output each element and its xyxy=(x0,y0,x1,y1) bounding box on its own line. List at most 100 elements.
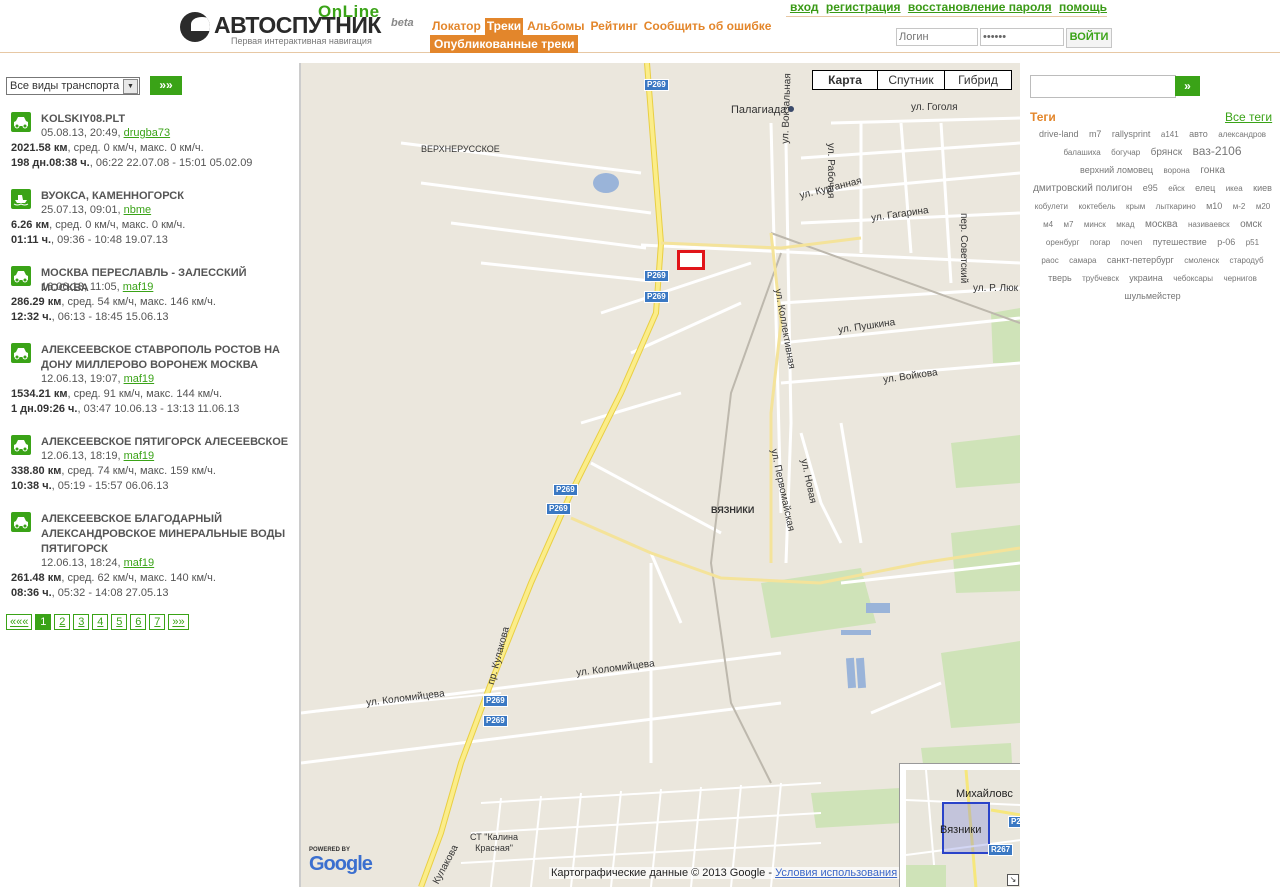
track-title[interactable]: АЛЕКСЕЕВСКОЕ ПЯТИГОРСК АЛЕСЕЕВСКОЕ xyxy=(41,435,293,450)
track-user-link[interactable]: maf19 xyxy=(123,281,154,293)
resize-corner-icon[interactable]: ↘ xyxy=(1007,874,1019,886)
tag-link[interactable]: гонка xyxy=(1200,163,1225,179)
tag-link[interactable]: смоленск xyxy=(1184,253,1219,269)
pager-button[interactable]: »» xyxy=(168,614,189,630)
track-user-link[interactable]: nbme xyxy=(124,204,152,216)
map-type-map-button[interactable]: Карта xyxy=(812,70,878,90)
pager-button[interactable]: 4 xyxy=(92,614,109,630)
tag-link[interactable]: крым xyxy=(1126,199,1145,215)
help-link[interactable]: помощь xyxy=(1059,0,1107,14)
tag-link[interactable]: м4 xyxy=(1043,217,1053,233)
nav-tracks[interactable]: Треки xyxy=(484,18,524,35)
tag-link[interactable]: икеа xyxy=(1226,181,1243,197)
pager-button[interactable]: 3 xyxy=(73,614,90,630)
nav-rating[interactable]: Рейтинг xyxy=(588,18,639,35)
tag-link[interactable]: a141 xyxy=(1161,127,1179,143)
pager-button[interactable]: 6 xyxy=(130,614,147,630)
tag-link[interactable]: ваз-2106 xyxy=(1193,143,1242,159)
tag-link[interactable]: погар xyxy=(1090,235,1110,251)
tag-link[interactable]: верхний ломовец xyxy=(1080,162,1153,178)
tag-link[interactable]: р51 xyxy=(1246,235,1259,251)
chevron-down-icon[interactable]: ▼ xyxy=(123,79,138,94)
tag-link[interactable]: drive-land xyxy=(1039,126,1079,142)
map[interactable]: Палагиада ВЕРХНЕРУССКОЕ ул. Гоголя ул. Р… xyxy=(301,63,1020,887)
tag-link[interactable]: мкад xyxy=(1116,217,1134,233)
tag-link[interactable]: москва xyxy=(1145,217,1178,233)
nav-report-error[interactable]: Сообщить об ошибке xyxy=(642,18,774,35)
all-tags-link[interactable]: Все теги xyxy=(1225,110,1272,124)
tag-link[interactable]: м20 xyxy=(1256,199,1270,215)
tag-link[interactable]: санкт-петербург xyxy=(1107,252,1174,268)
map-type-hybrid-button[interactable]: Гибрид xyxy=(944,70,1012,90)
track-user-link[interactable]: maf19 xyxy=(124,557,155,569)
search-button[interactable]: » xyxy=(1175,76,1200,96)
tag-link[interactable]: чебоксары xyxy=(1173,271,1213,287)
tag-link[interactable]: балашиха xyxy=(1063,145,1100,161)
pager-button[interactable]: 2 xyxy=(54,614,71,630)
register-link[interactable]: регистрация xyxy=(826,0,901,14)
track-user-link[interactable]: maf19 xyxy=(124,373,155,385)
google-logo[interactable]: POWERED BY Google xyxy=(309,847,373,876)
tag-link[interactable]: брянск xyxy=(1151,145,1183,161)
tag-link[interactable]: m7 xyxy=(1089,126,1102,142)
login-input[interactable] xyxy=(896,28,978,46)
tag-link[interactable]: александров xyxy=(1218,127,1266,143)
tag-link[interactable]: rallysprint xyxy=(1112,126,1151,142)
tag-link[interactable]: р-06 xyxy=(1217,234,1235,250)
map-terms-link[interactable]: Условия использования xyxy=(775,867,897,879)
transport-select[interactable]: Все виды транспорта ▼ xyxy=(6,77,140,95)
tag-link[interactable]: омск xyxy=(1240,217,1262,233)
pager-button[interactable]: ««« xyxy=(6,614,33,630)
tag-link[interactable]: називаевск xyxy=(1188,217,1230,233)
nav-albums[interactable]: Альбомы xyxy=(525,18,586,35)
track-title[interactable]: ВУОКСА, КАМЕННОГОРСК xyxy=(41,189,293,204)
password-input[interactable] xyxy=(980,28,1064,46)
track-title[interactable]: KOLSKIY08.PLT xyxy=(41,112,293,127)
search-input[interactable] xyxy=(1030,75,1176,98)
map-type-satellite-button[interactable]: Спутник xyxy=(877,70,945,90)
tag-link[interactable]: е95 xyxy=(1143,180,1158,196)
map-selection-marker[interactable] xyxy=(677,250,705,270)
tag-link[interactable]: м10 xyxy=(1206,198,1222,214)
tag-link[interactable]: раос xyxy=(1041,253,1058,269)
tag-link[interactable]: ейск xyxy=(1168,181,1184,197)
logo[interactable]: OnLine АВТОСПУТНИК beta Первая интеракти… xyxy=(180,2,420,48)
tag-link[interactable]: коктебель xyxy=(1078,199,1115,215)
tag-link[interactable]: самара xyxy=(1069,253,1096,269)
tag-link[interactable]: богучар xyxy=(1111,145,1140,161)
pager-button[interactable]: 5 xyxy=(111,614,128,630)
tag-link[interactable]: украина xyxy=(1129,270,1162,286)
tag-link[interactable]: авто xyxy=(1189,126,1208,142)
tag-link[interactable]: м7 xyxy=(1063,217,1073,233)
tag-link[interactable]: киев xyxy=(1253,180,1272,196)
subnav-published-tracks[interactable]: Опубликованные треки xyxy=(430,35,579,53)
track-user-link[interactable]: drugba73 xyxy=(124,127,171,139)
pager-button[interactable]: 1 xyxy=(35,614,52,630)
tag-link[interactable]: трубчевск xyxy=(1082,271,1119,287)
tag-link[interactable]: м-2 xyxy=(1233,199,1246,215)
tag-link[interactable]: чернигов xyxy=(1223,271,1256,287)
tag-link[interactable]: дмитровский полигон xyxy=(1033,181,1132,197)
tag-link[interactable]: елец xyxy=(1195,180,1215,196)
login-link[interactable]: вход xyxy=(790,0,819,14)
tag-link[interactable]: почеп xyxy=(1121,235,1143,251)
tag-link[interactable]: шульмейстер xyxy=(1124,288,1180,304)
track-user-link[interactable]: maf19 xyxy=(124,450,155,462)
overview-map[interactable]: Михайловс Вязники R267 P2 ↘ xyxy=(899,763,1020,887)
track-title[interactable]: АЛЕКСЕЕВСКОЕ СТАВРОПОЛЬ РОСТОВ НА ДОНУ М… xyxy=(41,343,293,373)
tag-link[interactable]: лыткарино xyxy=(1156,199,1196,215)
tag-link[interactable]: минск xyxy=(1084,217,1106,233)
tag-link[interactable]: путешествие xyxy=(1153,234,1207,250)
tag-link[interactable]: ворона xyxy=(1163,163,1189,179)
tag-link[interactable]: кобулети xyxy=(1035,199,1068,215)
tag-link[interactable]: тверь xyxy=(1048,270,1072,286)
login-button[interactable]: ВОЙТИ xyxy=(1066,28,1112,48)
tag-link[interactable]: оренбург xyxy=(1046,235,1079,251)
nav-locator[interactable]: Локатор xyxy=(430,18,483,35)
transport-filter-button[interactable]: »» xyxy=(150,76,182,95)
track-title[interactable]: АЛЕКСЕЕВСКОЕ БЛАГОДАРНЫЙ АЛЕКСАНДРОВСКОЕ… xyxy=(41,512,293,557)
restore-password-link[interactable]: восстановление пароля xyxy=(908,0,1052,14)
tag-link[interactable]: стародуб xyxy=(1230,253,1264,269)
car-icon xyxy=(11,112,31,132)
pager-button[interactable]: 7 xyxy=(149,614,166,630)
